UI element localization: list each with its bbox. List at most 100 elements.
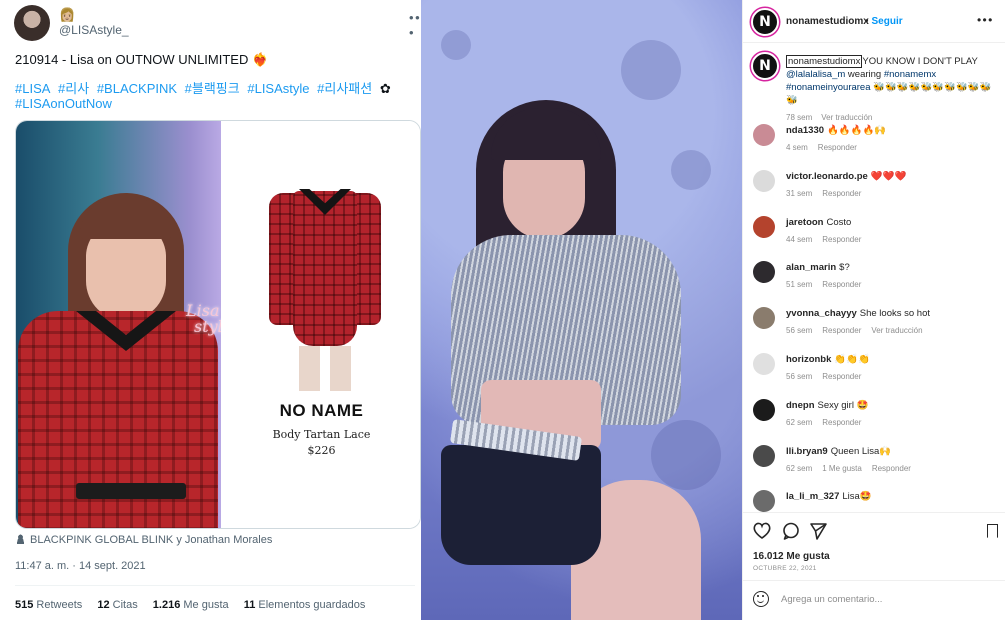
comment-username[interactable]: nda1330 <box>786 125 824 136</box>
divider <box>743 580 1005 581</box>
commenter-avatar[interactable] <box>753 445 775 467</box>
tweet-photo-lisa[interactable]: Lisa style <box>16 121 232 528</box>
likes-stat[interactable]: 1.216 Me gusta <box>153 599 229 611</box>
comment-meta: 56 sem Responder <box>786 372 871 381</box>
share-icon <box>810 523 827 540</box>
bookmark-icon[interactable] <box>987 524 998 538</box>
comment-username[interactable]: dnepn <box>786 400 815 411</box>
comment-item: dnepn Sexy girl 🤩 <box>786 400 868 411</box>
reply-link[interactable]: Responder <box>822 280 861 289</box>
commenter-avatar[interactable] <box>753 170 775 192</box>
comment-item: jaretoon Costo <box>786 217 851 228</box>
comment-meta: 44 sem Responder <box>786 235 871 244</box>
heart-icon <box>753 522 771 539</box>
comment-text: 🔥🔥🔥🔥🙌 <box>827 125 887 136</box>
commenter-avatar[interactable] <box>753 399 775 421</box>
tweet-product-image[interactable]: NO NAME Body Tartan Lace $226 <box>221 121 420 528</box>
caption-avatar[interactable]: N <box>751 52 779 80</box>
divider <box>15 585 415 586</box>
hashtag-link[interactable]: #LISAstyle <box>247 81 309 96</box>
more-options-icon[interactable]: • • • <box>977 13 992 27</box>
comment-username[interactable]: yvonna_chayyy <box>786 308 857 319</box>
product-name: Body Tartan Lace <box>272 428 371 441</box>
tweet-display-name-emoji: 👩🏼 <box>59 7 76 22</box>
hashtag-link[interactable]: #LISAonOutNow <box>15 96 112 111</box>
hashtag-link[interactable]: #BLACKPINK <box>97 81 177 96</box>
reply-link[interactable]: Responder <box>822 372 861 381</box>
ellipsis-icon[interactable]: • • • <box>409 10 421 40</box>
comment-item: alan_marin $? <box>786 262 850 273</box>
saves-stat[interactable]: 11 Elementos guardados <box>244 599 366 611</box>
comment-item: la_li_m_327 Lisa🤩 <box>786 491 872 502</box>
comment-icon <box>783 522 799 540</box>
likes-label: Me gusta <box>183 599 229 611</box>
caption-meta: 78 sem Ver traducción <box>786 111 1001 124</box>
quotes-stat[interactable]: 12 Citas <box>97 599 137 611</box>
comment-meta: 4 sem Responder <box>786 143 867 152</box>
hashtag-link[interactable]: #LISA <box>15 81 50 96</box>
likes-count[interactable]: 16.012 Me gusta <box>753 551 830 562</box>
comment-text: Costo <box>826 217 852 228</box>
comment-item: victor.leonardo.pe ❤️❤️❤️ <box>786 171 906 182</box>
tweet-avatar[interactable] <box>14 5 50 41</box>
see-translation-link[interactable]: Ver traducción <box>821 113 872 122</box>
account-name[interactable]: nonamestudiomx <box>786 16 869 27</box>
comment-username[interactable]: lli.bryan9 <box>786 446 828 457</box>
comment-text: Sexy girl 🤩 <box>817 400 869 411</box>
reply-link[interactable]: Responder <box>822 326 861 335</box>
comment-username[interactable]: horizonbk <box>786 354 831 365</box>
retweets-count: 515 <box>15 599 34 611</box>
moon-crater <box>621 40 681 100</box>
commenter-avatar[interactable] <box>753 490 775 512</box>
emoji-icon[interactable] <box>753 591 769 607</box>
hashtag-link[interactable]: #리사 <box>58 81 89 96</box>
comment-age: 4 sem <box>786 143 808 152</box>
saves-label: Elementos guardados <box>258 599 366 611</box>
comment-age: 44 sem <box>786 235 813 244</box>
tweet-timestamp[interactable]: 11:47 a. m. · 14 sept. 2021 <box>15 560 146 572</box>
follow-button[interactable]: • Seguir <box>865 16 903 27</box>
comment-likes[interactable]: 1 Me gusta <box>822 464 862 473</box>
photo-belt <box>76 483 186 499</box>
account-avatar[interactable]: N <box>751 8 779 36</box>
post-date: OCTUBRE 22, 2021 <box>753 565 817 572</box>
tweet-handle[interactable]: @LISAstyle_ <box>59 23 129 37</box>
comment-text: $? <box>839 262 850 273</box>
follow-label: Seguir <box>871 16 903 27</box>
hashtag-link[interactable]: #리사패션 <box>317 81 372 96</box>
hashtag-link[interactable]: #nonameinyourarea <box>786 82 871 93</box>
reply-link[interactable]: Responder <box>822 235 861 244</box>
hashtag-link[interactable]: #nonamemx <box>884 69 936 80</box>
see-translation-link[interactable]: Ver traducción <box>871 326 922 335</box>
reply-link[interactable]: Responder <box>822 418 861 427</box>
reply-link[interactable]: Responder <box>872 464 911 473</box>
commenter-avatar[interactable] <box>753 261 775 283</box>
tweet-stats: 515 Retweets 12 Citas 1.216 Me gusta 11 … <box>15 599 377 611</box>
add-comment-input[interactable]: Agrega un comentario... <box>781 594 882 605</box>
commenter-avatar[interactable] <box>753 307 775 329</box>
quotes-label: Citas <box>112 599 138 611</box>
comment-item: yvonna_chayyy She looks so hot <box>786 308 930 319</box>
mention-link[interactable]: @lalalalisa_m <box>786 69 845 80</box>
comment-username[interactable]: victor.leonardo.pe <box>786 171 868 182</box>
caption-username[interactable]: nonamestudiomx <box>786 55 863 68</box>
comment-username[interactable]: jaretoon <box>786 217 823 228</box>
hashtag-link[interactable]: #블랙핑크 <box>185 81 240 96</box>
comment-meta: 62 sem Responder <box>786 418 871 427</box>
divider <box>743 42 1005 43</box>
commenter-avatar[interactable] <box>753 216 775 238</box>
retweets-stat[interactable]: 515 Retweets <box>15 599 82 611</box>
comment-text: 👏👏👏 <box>834 354 870 365</box>
flower-icon: ✿ <box>379 81 391 96</box>
saves-count: 11 <box>243 599 256 611</box>
comment-username[interactable]: la_li_m_327 <box>786 491 839 502</box>
comment-username[interactable]: alan_marin <box>786 262 836 273</box>
tagged-people[interactable]: BLACKPINK GLOBAL BLINK y Jonathan Morale… <box>16 534 272 546</box>
reply-link[interactable]: Responder <box>822 189 861 198</box>
commenter-avatar[interactable] <box>753 353 775 375</box>
reply-link[interactable]: Responder <box>818 143 857 152</box>
comment-meta: 51 sem Responder <box>786 280 871 289</box>
tweet-media-card[interactable]: Lisa style NO NAME Body Tartan Lace $226 <box>15 120 421 529</box>
commenter-avatar[interactable] <box>753 124 775 146</box>
instagram-post-photo[interactable] <box>421 0 742 620</box>
